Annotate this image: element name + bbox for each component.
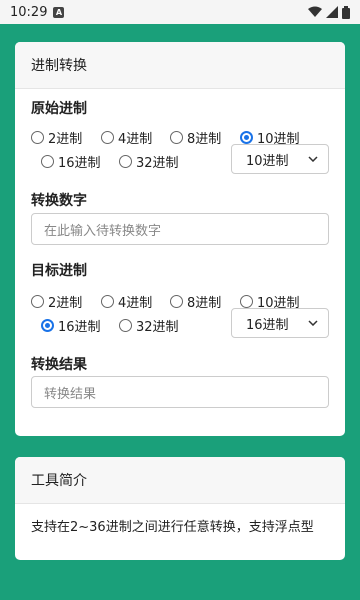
radio-circle-selected bbox=[240, 131, 253, 144]
radio-circle bbox=[31, 131, 44, 144]
radio-label: 32进制 bbox=[136, 156, 179, 171]
target-radio-32[interactable]: 32进制 bbox=[119, 316, 179, 335]
number-input-placeholder: 在此输入待转换数字 bbox=[44, 223, 162, 239]
source-radix-label: 原始进制 bbox=[31, 101, 87, 117]
radio-circle bbox=[119, 319, 132, 332]
number-label: 转换数字 bbox=[31, 193, 87, 209]
result-label: 转换结果 bbox=[31, 357, 87, 373]
radio-circle-selected bbox=[41, 319, 54, 332]
status-time: 10:29 bbox=[10, 4, 48, 20]
source-radio-2[interactable]: 2进制 bbox=[31, 128, 82, 147]
converter-card: 进制转换 原始进制 2进制 4进制 8进制 10进制 16进制 32进制 10进… bbox=[15, 42, 345, 436]
radio-circle bbox=[240, 295, 253, 308]
target-radix-select[interactable]: 16进制 bbox=[231, 308, 329, 338]
radio-label: 2进制 bbox=[48, 296, 83, 311]
converter-card-title: 进制转换 bbox=[15, 42, 345, 89]
chevron-down-icon bbox=[308, 156, 318, 162]
target-radix-label: 目标进制 bbox=[31, 263, 87, 279]
intro-card-title: 工具简介 bbox=[15, 457, 345, 504]
radio-label: 4进制 bbox=[118, 296, 153, 311]
radio-label: 16进制 bbox=[58, 156, 101, 171]
radio-circle bbox=[101, 131, 114, 144]
radio-circle bbox=[119, 155, 132, 168]
source-radio-32[interactable]: 32进制 bbox=[119, 152, 179, 171]
select-value: 10进制 bbox=[246, 153, 289, 169]
signal-icon bbox=[326, 6, 338, 18]
radio-circle bbox=[101, 295, 114, 308]
source-radio-4[interactable]: 4进制 bbox=[101, 128, 152, 147]
target-radio-4[interactable]: 4进制 bbox=[101, 292, 152, 311]
radio-circle bbox=[170, 131, 183, 144]
intro-card: 工具简介 支持在2~36进制之间进行任意转换，支持浮点型 bbox=[15, 457, 345, 560]
radio-label: 2进制 bbox=[48, 132, 83, 147]
target-radio-2[interactable]: 2进制 bbox=[31, 292, 82, 311]
radio-circle bbox=[41, 155, 54, 168]
radio-label: 8进制 bbox=[187, 296, 222, 311]
radio-label: 8进制 bbox=[187, 132, 222, 147]
radio-label: 4进制 bbox=[118, 132, 153, 147]
radio-label: 16进制 bbox=[58, 320, 101, 335]
number-input[interactable]: 在此输入待转换数字 bbox=[31, 213, 329, 245]
target-radio-16[interactable]: 16进制 bbox=[41, 316, 101, 335]
target-radio-8[interactable]: 8进制 bbox=[170, 292, 221, 311]
radio-label: 32进制 bbox=[136, 320, 179, 335]
radio-circle bbox=[31, 295, 44, 308]
source-radio-8[interactable]: 8进制 bbox=[170, 128, 221, 147]
intro-text: 支持在2~36进制之间进行任意转换，支持浮点型 bbox=[31, 520, 314, 535]
wifi-icon bbox=[308, 6, 322, 17]
source-radio-16[interactable]: 16进制 bbox=[41, 152, 101, 171]
a-badge-icon: A bbox=[53, 6, 65, 18]
select-value: 16进制 bbox=[246, 317, 289, 333]
chevron-down-icon bbox=[308, 320, 318, 326]
result-output-placeholder: 转换结果 bbox=[44, 386, 97, 402]
status-bar: 10:29 A bbox=[0, 0, 360, 24]
result-output[interactable]: 转换结果 bbox=[31, 376, 329, 408]
battery-icon bbox=[342, 5, 350, 19]
radio-circle bbox=[170, 295, 183, 308]
source-radix-select[interactable]: 10进制 bbox=[231, 144, 329, 174]
